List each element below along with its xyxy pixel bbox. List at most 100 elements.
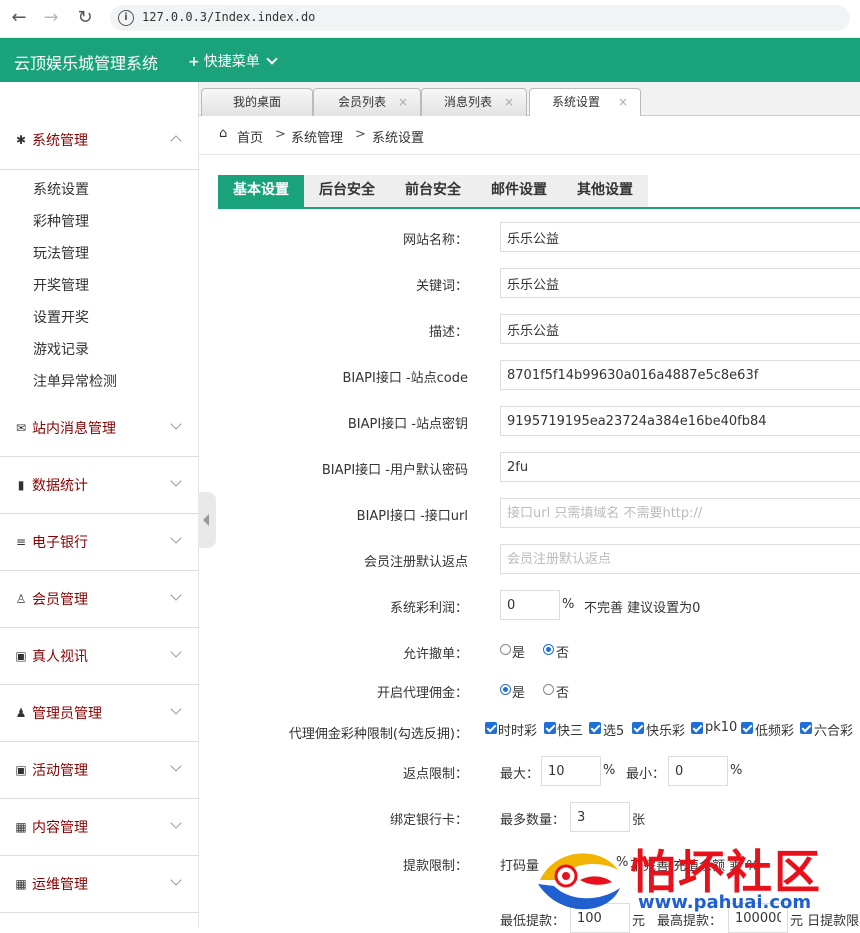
checkbox-lhc[interactable] xyxy=(800,722,812,734)
sidebar-group-stats[interactable]: ▮ 数据统计 xyxy=(0,457,198,514)
profit-label: 系统彩利润： xyxy=(389,601,468,616)
breadcrumb-home[interactable]: 首页 xyxy=(237,127,263,146)
sidebar-item-draw[interactable]: 开奖管理 xyxy=(33,275,89,295)
chart-icon: ▮ xyxy=(17,478,25,492)
sidebar-group-label: 会员管理 xyxy=(32,592,88,608)
chevron-up-icon xyxy=(170,135,182,147)
tab-desktop[interactable]: 我的桌面 xyxy=(201,88,313,116)
reload-icon[interactable]: ↻ xyxy=(74,7,96,29)
profit-input[interactable] xyxy=(500,590,560,620)
breadcrumb-system[interactable]: 系统管理 xyxy=(291,127,343,146)
sidebar-group-label: 电子银行 xyxy=(32,535,88,551)
api-url-label: BIAPI接口 -接口url xyxy=(356,509,468,524)
cancel-yes-label: 是 xyxy=(512,646,526,661)
tab-basic-settings[interactable]: 基本设置 xyxy=(218,175,304,207)
sidebar-group-admins[interactable]: ♟ 管理员管理 xyxy=(0,685,198,742)
address-bar[interactable]: i 127.0.0.3/Index.index.do xyxy=(110,5,850,31)
sidebar-item-play[interactable]: 玩法管理 xyxy=(33,243,89,263)
browser-toolbar: ← → ↻ i 127.0.0.3/Index.index.do xyxy=(0,0,860,38)
api-key-label: BIAPI接口 -站点密钥 xyxy=(347,417,468,432)
list-icon: ≡ xyxy=(15,535,27,549)
watermark-url: www.pahuai.com xyxy=(638,892,812,913)
sidebar-group-label: 数据统计 xyxy=(32,478,88,494)
sidebar-item-set-draw[interactable]: 设置开奖 xyxy=(33,307,89,327)
rebate-label: 会员注册默认返点 xyxy=(363,555,468,570)
tab-frontend-security[interactable]: 前台安全 xyxy=(390,175,476,207)
home-icon: ⌂ xyxy=(219,126,228,141)
api-key-input[interactable] xyxy=(500,406,860,436)
sidebar-group-system[interactable]: ✱ 系统管理 xyxy=(0,112,198,170)
book-icon: ▦ xyxy=(15,820,27,834)
tab-other-settings[interactable]: 其他设置 xyxy=(562,175,648,207)
back-icon[interactable]: ← xyxy=(8,7,30,29)
sidebar-group-content[interactable]: ▦ 内容管理 xyxy=(0,799,198,856)
checkbox-low-label: 低频彩 xyxy=(755,724,795,739)
chevron-down-icon xyxy=(170,703,182,715)
rebate-max-input[interactable] xyxy=(541,756,601,786)
keywords-input[interactable] xyxy=(500,268,860,298)
sidebar-item-lottery[interactable]: 彩种管理 xyxy=(33,211,89,231)
info-icon[interactable]: i xyxy=(118,10,134,26)
chevron-down-icon xyxy=(266,53,278,65)
admin-icon: ♟ xyxy=(15,706,27,720)
description-input[interactable] xyxy=(500,314,860,344)
breadcrumb-current: 系统设置 xyxy=(372,131,425,146)
checkbox-ssc[interactable] xyxy=(485,722,497,734)
site-name-input[interactable] xyxy=(500,222,860,252)
sidebar-item-bet-check[interactable]: 注单异常检测 xyxy=(33,371,117,391)
tab-member-list[interactable]: 会员列表 × xyxy=(313,88,421,116)
quick-menu-button[interactable]: + 快捷菜单 xyxy=(188,51,278,71)
forward-icon[interactable]: → xyxy=(40,7,62,29)
close-icon[interactable]: × xyxy=(504,89,514,116)
chevron-down-icon xyxy=(170,418,182,430)
tab-backend-security[interactable]: 后台安全 xyxy=(304,175,390,207)
cancel-no-radio[interactable] xyxy=(543,644,554,655)
sidebar-item-game-record[interactable]: 游戏记录 xyxy=(33,339,89,359)
app-header: 云顶娱乐城管理系统 + 快捷菜单 xyxy=(0,38,860,82)
checkbox-x5[interactable] xyxy=(589,722,601,734)
rebate-min-unit: % xyxy=(730,763,743,778)
sidebar-group-label: 站内消息管理 xyxy=(32,421,116,437)
bank-max-label: 最多数量： xyxy=(500,813,566,828)
tab-message-list[interactable]: 消息列表 × xyxy=(421,88,527,116)
api-password-input[interactable] xyxy=(500,452,860,482)
tab-label: 我的桌面 xyxy=(232,95,281,109)
rebate-input[interactable] xyxy=(500,544,860,574)
close-icon[interactable]: × xyxy=(398,89,408,116)
app-title: 云顶娱乐城管理系统 xyxy=(14,54,159,73)
sidebar-group-members[interactable]: ♙ 会员管理 xyxy=(0,571,198,628)
close-icon[interactable]: × xyxy=(618,89,628,116)
checkbox-kl-label: 快乐彩 xyxy=(646,724,686,739)
agent-yes-label: 是 xyxy=(512,686,526,701)
tab-mail-settings[interactable]: 邮件设置 xyxy=(476,175,562,207)
api-code-label: BIAPI接口 -站点code xyxy=(342,371,469,386)
tab-label: 系统设置 xyxy=(552,95,601,109)
rebate-max-label: 最大： xyxy=(500,767,540,782)
sidebar-item-system-settings[interactable]: 系统设置 xyxy=(33,179,89,199)
api-code-input[interactable] xyxy=(500,360,860,390)
agent-no-radio[interactable] xyxy=(543,684,554,695)
sidebar-group-ops[interactable]: ▦ 运维管理 xyxy=(0,856,198,913)
cancel-yes-radio[interactable] xyxy=(500,644,511,655)
bank-max-input[interactable] xyxy=(570,802,630,832)
chevron-down-icon xyxy=(170,589,182,601)
tab-label: 会员列表 xyxy=(338,95,387,109)
tab-system-settings[interactable]: 系统设置 × xyxy=(529,88,641,117)
api-url-input[interactable] xyxy=(500,498,860,528)
chevron-down-icon xyxy=(170,874,182,886)
chevron-down-icon xyxy=(170,646,182,658)
checkbox-low[interactable] xyxy=(741,722,753,734)
rebate-min-input[interactable] xyxy=(668,756,728,786)
sidebar-group-messages[interactable]: ✉ 站内消息管理 xyxy=(0,400,198,457)
sidebar-group-activity[interactable]: ▣ 活动管理 xyxy=(0,742,198,799)
sidebar-group-live[interactable]: ▣ 真人视讯 xyxy=(0,628,198,685)
checkbox-lhc-label: 六合彩 xyxy=(814,724,854,739)
sidebar-group-bank[interactable]: ≡ 电子银行 xyxy=(0,514,198,571)
checkbox-pk10[interactable] xyxy=(691,722,703,734)
checkbox-k3[interactable] xyxy=(544,722,556,734)
address-url[interactable]: 127.0.0.3/Index.index.do xyxy=(142,10,315,24)
sidebar: ✱ 系统管理 系统设置 彩种管理 玩法管理 开奖管理 设置开奖 游戏记录 注单异… xyxy=(0,82,199,928)
checkbox-kl[interactable] xyxy=(632,722,644,734)
agent-yes-radio[interactable] xyxy=(500,684,511,695)
sidebar-group-label: 运维管理 xyxy=(32,877,88,893)
